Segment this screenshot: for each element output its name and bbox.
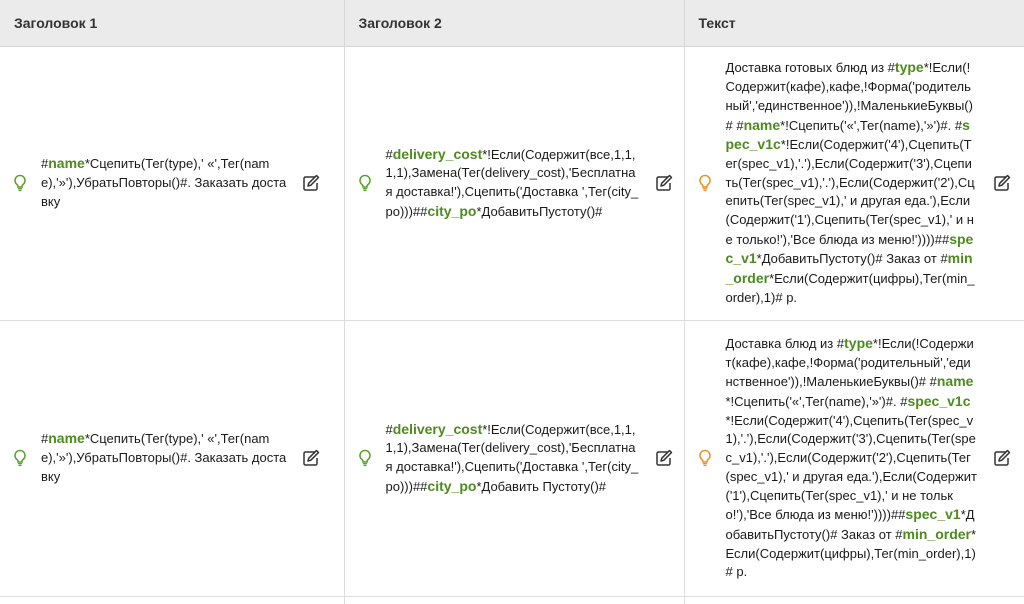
edit-pencil-icon[interactable] — [301, 173, 321, 193]
tag-name: name — [48, 155, 85, 172]
lightbulb-icon — [697, 449, 713, 467]
tag-name: name — [743, 116, 781, 133]
title2-template: #delivery_cost*!Если(Содержит(все,1,1,1,… — [386, 145, 640, 222]
table-row: #name*Сцепить(Тег(type),' «',Тег(name),'… — [0, 46, 1024, 321]
column-header-title1[interactable]: Заголовок 1 — [0, 0, 345, 47]
tag-name: spec_v1c — [907, 393, 971, 410]
template-text: Доставка готовых блюд из # — [725, 60, 895, 76]
edit-pencil-icon[interactable] — [301, 448, 321, 468]
tag-name: min_order — [902, 525, 971, 542]
template-text: *ДобавитьПустоту()# Заказ от # — [756, 251, 948, 267]
tag-name: name — [936, 373, 974, 390]
text-template: Доставка блюд из #type*!Если(!Содержит(к… — [726, 334, 978, 582]
column-header-text[interactable]: Текст — [684, 0, 1024, 47]
tag-name: delivery_cost — [392, 145, 483, 162]
tag-name: city_po — [427, 202, 477, 219]
title2-template: #delivery_cost*!Если(Содержит(все,1,1,1,… — [386, 420, 640, 497]
tag-name: spec_v1 — [905, 506, 961, 523]
title1-template: #name*Сцепить(Тег(type),' «',Тег(name),'… — [41, 154, 287, 211]
tag-name: type — [894, 59, 924, 76]
tag-name: city_po — [427, 477, 477, 494]
title1-template: #name*Сцепить(Тег(type),' «',Тег(name),'… — [41, 429, 287, 486]
lightbulb-icon — [697, 174, 713, 192]
cell-text: Доставка блюд из #type*!Если(!Содержит(к… — [684, 320, 1024, 597]
cell-title2: #delivery_cost*!Если(Содержит(все,1,1,1,… — [344, 320, 685, 597]
lightbulb-icon — [12, 449, 28, 467]
text-template: Доставка готовых блюд из #type*!Если(!Со… — [726, 58, 978, 307]
template-text: *!Сцепить('«',Тег(name),'»')#. # — [725, 394, 908, 410]
tag-name: delivery_cost — [392, 420, 483, 437]
cell-title1: #name*Сцепить(Тег(type),' «',Тег(name),'… — [0, 320, 345, 597]
edit-pencil-icon[interactable] — [654, 448, 674, 468]
column-header-title2[interactable]: Заголовок 2 — [344, 0, 685, 47]
tag-name: type — [844, 334, 873, 351]
templates-table: Заголовок 1 Заголовок 2 Текст #name*Сцеп… — [0, 0, 1024, 604]
template-text: *Добавить Пустоту()# — [476, 478, 606, 494]
template-text: *!Если(Содержит('4'),Сцепить(Тег(spec_v1… — [725, 137, 975, 247]
lightbulb-icon — [357, 449, 373, 467]
edit-pencil-icon[interactable] — [992, 448, 1012, 468]
template-text: # — [385, 146, 393, 162]
template-text: *!Сцепить('«',Тег(name),'»')#. # — [780, 117, 963, 133]
edit-pencil-icon[interactable] — [654, 173, 674, 193]
table-row: #name*Сцепить(Тег(type),' «',Тег(name),'… — [0, 320, 1024, 597]
cell-text: Доставка готовых блюд из #type*!Если(!Со… — [684, 46, 1024, 321]
edit-pencil-icon[interactable] — [992, 173, 1012, 193]
tag-name: name — [48, 430, 85, 447]
cell-title1: #name*Сцепить(Тег(type),' «',Тег(name),'… — [0, 46, 345, 321]
table-header-row: Заголовок 1 Заголовок 2 Текст — [0, 0, 1024, 47]
cell-title2: #delivery_cost*!Если(Содержит(все,1,1,1,… — [344, 46, 685, 321]
template-text: *ДобавитьПустоту()# — [476, 203, 603, 219]
lightbulb-icon — [12, 174, 28, 192]
template-text: Доставка блюд из # — [725, 335, 845, 351]
template-text: # — [385, 421, 393, 437]
table-row — [0, 596, 1024, 604]
lightbulb-icon — [357, 174, 373, 192]
